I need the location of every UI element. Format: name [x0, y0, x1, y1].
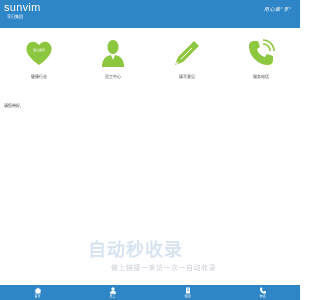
phone-icon [259, 287, 266, 294]
building-icon [185, 287, 190, 294]
nav-label: 集团 [184, 294, 191, 299]
tile-feedback[interactable]: 填写意见 [162, 38, 212, 80]
nav-group[interactable]: 集团 [150, 285, 225, 300]
hint-text: 请您带好, [4, 103, 22, 108]
tile-label: 服务电话 [253, 74, 269, 79]
tile-employee[interactable]: 员工中心 [88, 38, 138, 80]
watermark-subtitle: 做上链接一来访一次一自动收录 [111, 264, 216, 272]
watermark-title: 自动秒收录 [88, 240, 183, 261]
nav-label: 首页 [34, 294, 41, 299]
watermark: 自动秒收录 做上链接一来访一次一自动收录 [88, 241, 288, 281]
nav-label: 员工 [109, 294, 116, 299]
tile-health[interactable]: 用心做孚 健康行业 [14, 38, 64, 80]
pen-icon [175, 41, 199, 65]
logo-subtitle: 孚日集团 [7, 14, 23, 19]
phone-icon [249, 39, 275, 65]
tile-label: 填写意见 [179, 74, 195, 79]
bottom-nav: 首页 员工 集团 电话 [0, 285, 300, 300]
tile-service-phone[interactable]: 服务电话 [236, 38, 286, 80]
nav-label: 电话 [259, 294, 266, 299]
nav-phone[interactable]: 电话 [225, 285, 300, 300]
nav-user[interactable]: 员工 [75, 285, 150, 300]
svg-text:用心做孚: 用心做孚 [33, 47, 45, 52]
slogan: 用心做“孚” [263, 7, 292, 13]
tile-label: 健康行业 [31, 74, 47, 79]
heart-icon: 用心做孚 [26, 41, 52, 65]
nav-home[interactable]: 首页 [0, 285, 75, 300]
user-icon [109, 287, 116, 294]
person-icon [102, 40, 124, 67]
logo-text: sunvim [4, 2, 41, 14]
home-icon [34, 287, 41, 294]
brand-logo[interactable]: sunvim 孚日集团 [4, 2, 41, 20]
tile-label: 员工中心 [105, 74, 121, 79]
header-bar: sunvim 孚日集团 用心做“孚” [0, 0, 300, 28]
